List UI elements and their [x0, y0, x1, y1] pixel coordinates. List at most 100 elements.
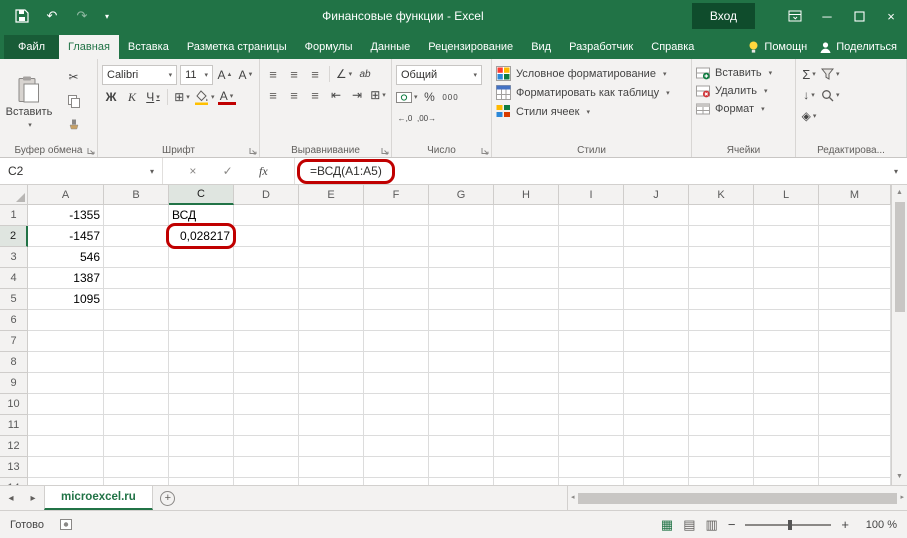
font-color-button[interactable]: А	[217, 89, 236, 105]
cell-L7[interactable]	[754, 331, 819, 352]
cell-L9[interactable]	[754, 373, 819, 394]
cell-A4[interactable]: 1387	[28, 268, 104, 289]
paste-button[interactable]: Вставить	[4, 62, 54, 142]
cell-K6[interactable]	[689, 310, 754, 331]
horizontal-scrollbar[interactable]: ◂ ▸	[567, 486, 907, 510]
cell-J10[interactable]	[624, 394, 689, 415]
vertical-scrollbar-thumb[interactable]	[894, 202, 905, 312]
cell-I9[interactable]	[559, 373, 624, 394]
cell-G5[interactable]	[429, 289, 494, 310]
tab-formulas[interactable]: Формулы	[296, 35, 362, 59]
cell-H1[interactable]	[494, 205, 559, 226]
wrap-text-button[interactable]: ab	[356, 65, 374, 83]
cell-J7[interactable]	[624, 331, 689, 352]
formula-bar-expand-button[interactable]: ▾	[885, 158, 907, 184]
row-header-11[interactable]: 11	[0, 415, 28, 436]
cell-K14[interactable]	[689, 478, 754, 485]
font-dialog-launcher[interactable]	[249, 147, 257, 155]
cell-E7[interactable]	[299, 331, 364, 352]
increase-decimal-button[interactable]: ←,0	[396, 109, 414, 127]
insert-function-button[interactable]: fx	[259, 164, 268, 179]
cell-F7[interactable]	[364, 331, 429, 352]
scroll-up-button[interactable]: ▲	[896, 187, 903, 199]
cell-E10[interactable]	[299, 394, 364, 415]
cell-I12[interactable]	[559, 436, 624, 457]
cell-D6[interactable]	[234, 310, 299, 331]
cell-F13[interactable]	[364, 457, 429, 478]
cell-I8[interactable]	[559, 352, 624, 373]
cell-L12[interactable]	[754, 436, 819, 457]
cell-D10[interactable]	[234, 394, 299, 415]
cell-L2[interactable]	[754, 226, 819, 247]
cancel-button[interactable]: ×	[189, 164, 196, 178]
cell-M4[interactable]	[819, 268, 891, 289]
bold-button[interactable]: Ж	[102, 88, 120, 106]
cell-F12[interactable]	[364, 436, 429, 457]
align-bottom-button[interactable]: ≡	[306, 65, 324, 83]
cell-C11[interactable]	[169, 415, 234, 436]
cell-M9[interactable]	[819, 373, 891, 394]
cell-G3[interactable]	[429, 247, 494, 268]
cell-G13[interactable]	[429, 457, 494, 478]
cell-H7[interactable]	[494, 331, 559, 352]
cell-E1[interactable]	[299, 205, 364, 226]
customize-qat-button[interactable]: ▾	[100, 3, 114, 29]
cell-B11[interactable]	[104, 415, 169, 436]
cell-G10[interactable]	[429, 394, 494, 415]
cell-J2[interactable]	[624, 226, 689, 247]
cell-M7[interactable]	[819, 331, 891, 352]
cell-A9[interactable]	[28, 373, 104, 394]
cell-G14[interactable]	[429, 478, 494, 485]
cell-A12[interactable]	[28, 436, 104, 457]
cell-E13[interactable]	[299, 457, 364, 478]
sheet-nav-right-button[interactable]: ▸	[22, 486, 44, 510]
cell-M12[interactable]	[819, 436, 891, 457]
cell-K7[interactable]	[689, 331, 754, 352]
cell-B5[interactable]	[104, 289, 169, 310]
cell-A10[interactable]	[28, 394, 104, 415]
clear-button[interactable]: ◈	[800, 107, 818, 125]
cell-F8[interactable]	[364, 352, 429, 373]
column-header-L[interactable]: L	[754, 185, 819, 205]
cell-D9[interactable]	[234, 373, 299, 394]
align-middle-button[interactable]: ≡	[285, 65, 303, 83]
macro-record-button[interactable]	[59, 519, 72, 530]
cell-I1[interactable]	[559, 205, 624, 226]
cell-D12[interactable]	[234, 436, 299, 457]
cell-G12[interactable]	[429, 436, 494, 457]
align-center-button[interactable]: ≡	[285, 86, 303, 104]
cell-M2[interactable]	[819, 226, 891, 247]
cell-D3[interactable]	[234, 247, 299, 268]
cell-D1[interactable]	[234, 205, 299, 226]
cell-M3[interactable]	[819, 247, 891, 268]
cell-K8[interactable]	[689, 352, 754, 373]
cell-B14[interactable]	[104, 478, 169, 485]
cell-F6[interactable]	[364, 310, 429, 331]
cell-A6[interactable]	[28, 310, 104, 331]
cell-K5[interactable]	[689, 289, 754, 310]
cell-C2[interactable]: 0,028217	[166, 223, 236, 249]
column-header-F[interactable]: F	[364, 185, 429, 205]
cell-C10[interactable]	[169, 394, 234, 415]
zoom-slider-thumb[interactable]	[788, 519, 793, 530]
cell-I7[interactable]	[559, 331, 624, 352]
cell-B4[interactable]	[104, 268, 169, 289]
cell-D4[interactable]	[234, 268, 299, 289]
formula-input[interactable]: =ВСД(A1:A5)	[295, 158, 885, 184]
increase-indent-button[interactable]: ⇥	[348, 86, 366, 104]
conditional-formatting-button[interactable]: Условное форматирование	[496, 66, 687, 81]
cell-M13[interactable]	[819, 457, 891, 478]
cell-E12[interactable]	[299, 436, 364, 457]
cell-J4[interactable]	[624, 268, 689, 289]
decrease-indent-button[interactable]: ⇤	[327, 86, 345, 104]
cell-K10[interactable]	[689, 394, 754, 415]
minimize-button[interactable]: ─	[811, 0, 843, 32]
orientation-button[interactable]: ∠	[335, 65, 353, 83]
normal-view-button[interactable]: ▦	[661, 517, 673, 533]
percent-style-button[interactable]: %	[421, 88, 439, 106]
number-format-combobox[interactable]: Общий	[396, 65, 482, 85]
cell-I10[interactable]	[559, 394, 624, 415]
cell-J8[interactable]	[624, 352, 689, 373]
assistant-button[interactable]: Помощн	[747, 40, 807, 54]
name-box[interactable]: C2 ▾	[0, 158, 163, 184]
